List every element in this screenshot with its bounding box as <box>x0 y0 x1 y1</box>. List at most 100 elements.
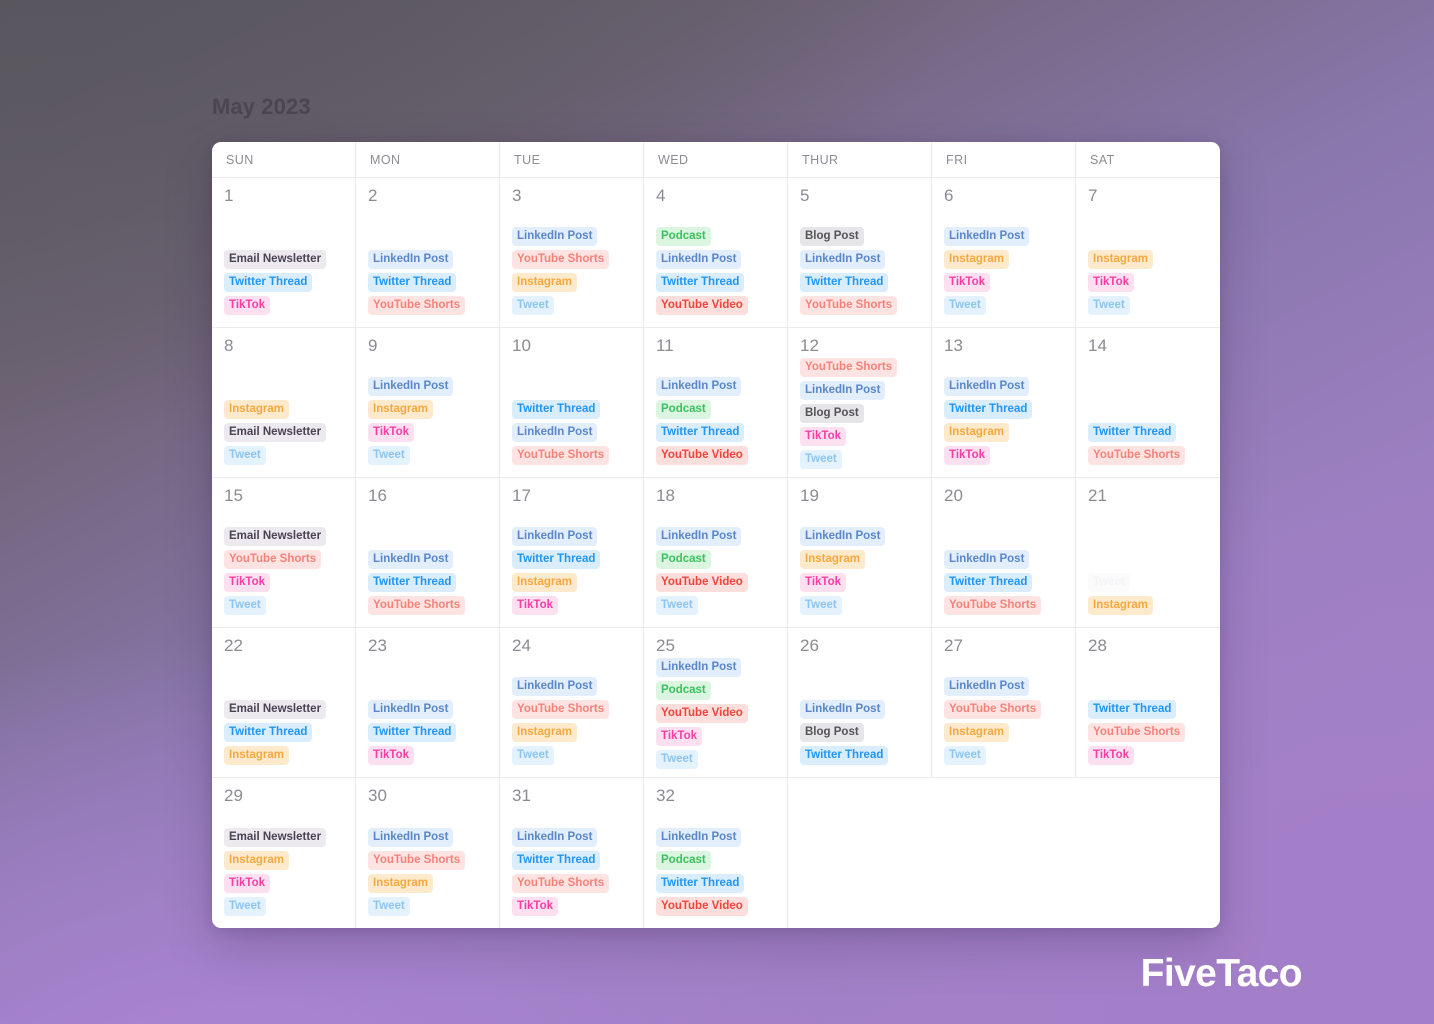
event-tag[interactable]: Podcast <box>656 550 711 569</box>
event-tag[interactable]: LinkedIn Post <box>368 828 454 847</box>
event-tag[interactable]: LinkedIn Post <box>656 658 742 677</box>
event-tag[interactable]: LinkedIn Post <box>800 700 886 719</box>
event-tag[interactable]: YouTube Video <box>656 573 748 592</box>
calendar-day-cell[interactable]: 32 LinkedIn Post Podcast Twitter Thread YouT… <box>644 778 788 928</box>
event-tag[interactable]: Twitter Thread <box>368 573 457 592</box>
event-tag[interactable]: Twitter Thread <box>944 573 1033 592</box>
event-tag[interactable]: Tweet <box>224 897 266 916</box>
event-tag[interactable]: Twitter Thread <box>224 273 313 292</box>
calendar-day-cell[interactable]: 1 Email Newsletter Twitter Thread TikTok <box>212 178 356 327</box>
event-tag[interactable]: YouTube Shorts <box>512 446 610 465</box>
event-tag[interactable]: Twitter Thread <box>656 423 745 442</box>
event-tag[interactable]: Tweet <box>512 746 554 765</box>
calendar-day-cell[interactable]: 9 LinkedIn Post Instagram TikTok Tweet <box>356 328 500 477</box>
event-tag[interactable]: Twitter Thread <box>656 273 745 292</box>
event-tag[interactable]: Tweet <box>224 596 266 615</box>
event-tag[interactable]: TikTok <box>656 727 702 746</box>
event-tag[interactable]: TikTok <box>224 874 270 893</box>
event-tag[interactable]: Twitter Thread <box>224 723 313 742</box>
event-tag[interactable]: Twitter Thread <box>512 851 601 870</box>
event-tag[interactable]: LinkedIn Post <box>368 700 454 719</box>
event-tag[interactable]: Instagram <box>512 723 577 742</box>
event-tag[interactable]: TikTok <box>1088 273 1134 292</box>
calendar-day-cell[interactable]: 27 LinkedIn Post YouTube Shorts Instagram Tw… <box>932 628 1076 777</box>
event-tag[interactable]: YouTube Shorts <box>512 700 610 719</box>
event-tag[interactable]: Blog Post <box>800 227 864 246</box>
event-tag[interactable]: YouTube Shorts <box>944 596 1042 615</box>
event-tag[interactable]: Twitter Thread <box>800 273 889 292</box>
event-tag[interactable]: Twitter Thread <box>512 550 601 569</box>
calendar-day-cell[interactable]: 8 Instagram Email Newsletter Tweet <box>212 328 356 477</box>
calendar-day-cell[interactable]: 22 Email Newsletter Twitter Thread Instagra… <box>212 628 356 777</box>
event-tag[interactable]: Instagram <box>1088 250 1153 269</box>
calendar-day-cell[interactable]: 18 LinkedIn Post Podcast YouTube Video Tweet <box>644 478 788 627</box>
event-tag[interactable]: LinkedIn Post <box>512 227 598 246</box>
event-tag[interactable]: YouTube Shorts <box>224 550 322 569</box>
event-tag[interactable]: Tweet <box>512 296 554 315</box>
event-tag[interactable]: YouTube Video <box>656 446 748 465</box>
event-tag[interactable]: Instagram <box>512 273 577 292</box>
event-tag[interactable]: LinkedIn Post <box>656 527 742 546</box>
event-tag[interactable]: LinkedIn Post <box>944 377 1030 396</box>
event-tag[interactable]: Tweet <box>800 450 842 469</box>
event-tag[interactable]: TikTok <box>368 746 414 765</box>
event-tag[interactable]: TikTok <box>224 296 270 315</box>
calendar-day-cell[interactable]: 23 LinkedIn Post Twitter Thread TikTok <box>356 628 500 777</box>
event-tag[interactable]: YouTube Video <box>656 897 748 916</box>
event-tag[interactable]: TikTok <box>368 423 414 442</box>
event-tag[interactable]: LinkedIn Post <box>656 250 742 269</box>
event-tag[interactable]: Instagram <box>224 851 289 870</box>
calendar-day-cell[interactable]: 10 Twitter Thread LinkedIn Post YouTube Sho… <box>500 328 644 477</box>
event-tag[interactable]: Tweet <box>800 596 842 615</box>
calendar-day-cell[interactable]: 2 LinkedIn Post Twitter Thread YouTube Shor… <box>356 178 500 327</box>
event-tag[interactable]: Instagram <box>368 400 433 419</box>
event-tag[interactable]: Instagram <box>368 874 433 893</box>
event-tag[interactable]: Email Newsletter <box>224 527 327 546</box>
event-tag[interactable]: YouTube Video <box>656 296 748 315</box>
event-tag[interactable]: Twitter Thread <box>368 273 457 292</box>
event-tag[interactable]: Tweet <box>656 596 698 615</box>
event-tag[interactable]: TikTok <box>944 273 990 292</box>
event-tag[interactable]: TikTok <box>944 446 990 465</box>
event-tag[interactable]: Instagram <box>800 550 865 569</box>
calendar-day-cell[interactable]: 19 LinkedIn Post Instagram TikTok Tweet <box>788 478 932 627</box>
event-tag[interactable]: Instagram <box>944 250 1009 269</box>
calendar-day-cell[interactable]: 21 Tweet Instagram <box>1076 478 1220 627</box>
event-tag[interactable]: YouTube Shorts <box>512 874 610 893</box>
event-tag[interactable]: YouTube Shorts <box>1088 446 1186 465</box>
event-tag[interactable]: YouTube Shorts <box>368 851 466 870</box>
event-tag[interactable]: Email Newsletter <box>224 700 327 719</box>
event-tag[interactable]: LinkedIn Post <box>800 527 886 546</box>
event-tag[interactable]: YouTube Video <box>656 704 748 723</box>
calendar-day-cell[interactable]: 15 Email Newsletter YouTube Shorts TikTok Tw… <box>212 478 356 627</box>
event-tag[interactable]: Instagram <box>512 573 577 592</box>
calendar-day-cell[interactable]: 26 LinkedIn Post Blog Post Twitter Thread <box>788 628 932 777</box>
event-tag[interactable]: Instagram <box>224 400 289 419</box>
calendar-day-cell[interactable]: 5 Blog Post LinkedIn Post Twitter Thread You… <box>788 178 932 327</box>
event-tag[interactable]: Tweet <box>944 296 986 315</box>
event-tag[interactable]: YouTube Shorts <box>368 596 466 615</box>
event-tag[interactable]: LinkedIn Post <box>944 227 1030 246</box>
event-tag[interactable]: Tweet <box>224 446 266 465</box>
event-tag[interactable]: TikTok <box>224 573 270 592</box>
event-tag[interactable]: Tweet <box>368 446 410 465</box>
calendar-day-cell[interactable]: 17 LinkedIn Post Twitter Thread Instagram Ti… <box>500 478 644 627</box>
calendar-day-cell[interactable]: 24 LinkedIn Post YouTube Shorts Instagram Tw… <box>500 628 644 777</box>
calendar-day-cell[interactable]: 12 YouTube Shorts LinkedIn Post Blog Post Ti… <box>788 328 932 477</box>
event-tag[interactable]: LinkedIn Post <box>800 381 886 400</box>
event-tag[interactable]: YouTube Shorts <box>512 250 610 269</box>
event-tag[interactable]: Twitter Thread <box>1088 423 1177 442</box>
event-tag[interactable]: Twitter Thread <box>800 746 889 765</box>
event-tag[interactable]: YouTube Shorts <box>800 296 898 315</box>
calendar-day-cell[interactable]: 14 Twitter Thread YouTube Shorts <box>1076 328 1220 477</box>
event-tag[interactable]: Email Newsletter <box>224 250 327 269</box>
event-tag[interactable]: YouTube Shorts <box>800 358 898 377</box>
event-tag[interactable]: Tweet <box>368 897 410 916</box>
event-tag[interactable]: Tweet <box>1088 296 1130 315</box>
event-tag[interactable]: YouTube Shorts <box>1088 723 1186 742</box>
event-tag[interactable]: YouTube Shorts <box>944 700 1042 719</box>
event-tag[interactable]: LinkedIn Post <box>944 550 1030 569</box>
calendar-day-cell[interactable]: 30 LinkedIn Post YouTube Shorts Instagram Tw… <box>356 778 500 928</box>
event-tag[interactable]: YouTube Shorts <box>368 296 466 315</box>
event-tag[interactable]: Tweet <box>656 750 698 769</box>
